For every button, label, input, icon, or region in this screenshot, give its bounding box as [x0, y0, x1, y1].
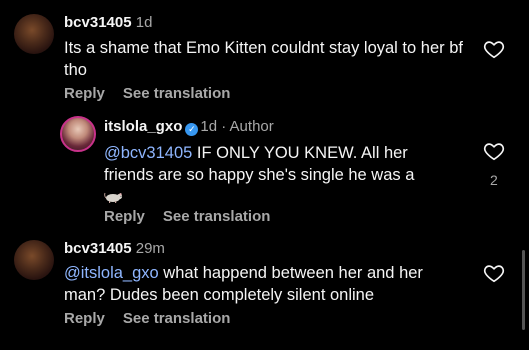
comment-actions: Reply See translation: [64, 85, 248, 102]
author-tag: · Author: [221, 118, 274, 135]
comment-text: @itslola_gxo what happend between her an…: [64, 262, 464, 306]
reply-button[interactable]: Reply: [104, 208, 145, 225]
verified-badge-icon: ✓: [185, 123, 199, 136]
comment-text: Its a shame that Emo Kitten couldnt stay…: [64, 39, 463, 79]
heart-outline-icon[interactable]: [483, 140, 505, 162]
comment-actions: Reply See translation: [64, 310, 248, 327]
timestamp: 1d: [135, 14, 153, 31]
mention-link[interactable]: @itslola_gxo: [64, 264, 159, 282]
avatar[interactable]: [60, 116, 96, 152]
comment-text: @bcv31405 IF ONLY YOU KNEW. All her frie…: [104, 142, 459, 208]
mention-link[interactable]: @bcv31405: [104, 144, 192, 162]
reply-button[interactable]: Reply: [64, 310, 105, 327]
timestamp: 29m: [135, 240, 165, 257]
avatar[interactable]: [14, 240, 54, 280]
username[interactable]: bcv31405: [64, 240, 132, 257]
timestamp: 1d: [200, 118, 218, 135]
scrollbar[interactable]: [522, 250, 525, 330]
username[interactable]: itslola_gxo: [104, 118, 182, 135]
comment-header: itslola_gxo ✓ 1d · Author: [104, 118, 274, 136]
rat-emoji-icon: [104, 192, 123, 203]
see-translation-button[interactable]: See translation: [123, 310, 231, 327]
comment-header: bcv31405 1d: [64, 14, 152, 32]
see-translation-button[interactable]: See translation: [123, 85, 231, 102]
username[interactable]: bcv31405: [64, 14, 132, 31]
see-translation-button[interactable]: See translation: [163, 208, 271, 225]
heart-outline-icon[interactable]: [483, 262, 505, 284]
comment-actions: Reply See translation: [104, 208, 288, 225]
reply-button[interactable]: Reply: [64, 85, 105, 102]
avatar[interactable]: [14, 14, 54, 54]
comment-header: bcv31405 29m: [64, 240, 165, 258]
heart-outline-icon[interactable]: [483, 38, 505, 60]
like-count: 2: [490, 172, 498, 188]
